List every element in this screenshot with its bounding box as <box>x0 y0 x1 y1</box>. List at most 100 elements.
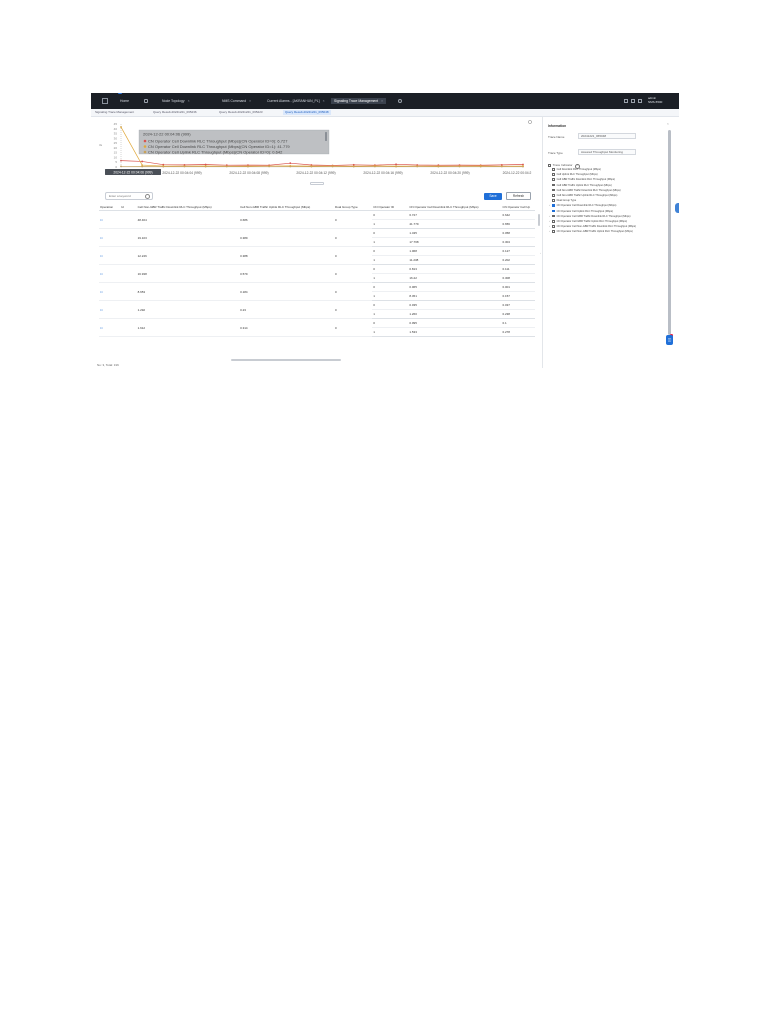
side-drawer-handle[interactable] <box>675 203 679 213</box>
view-detail-icon[interactable]: ⊡ <box>100 272 103 276</box>
close-icon[interactable]: × <box>188 99 190 103</box>
data-point[interactable] <box>352 165 355 168</box>
column-header[interactable]: CN Operator Cell Up <box>501 203 535 211</box>
data-point[interactable] <box>437 165 440 168</box>
indicator-checkbox[interactable] <box>552 168 555 171</box>
data-point[interactable] <box>204 165 207 168</box>
indicator-item[interactable]: › CN Operator Cell Non-GBR Traffic Downli… <box>549 225 636 229</box>
data-point[interactable] <box>479 165 482 168</box>
view-detail-icon[interactable]: ⊡ <box>100 326 103 330</box>
data-point[interactable] <box>416 165 419 168</box>
indicator-checkbox[interactable] <box>552 220 555 223</box>
indicator-item[interactable]: › CN Operator Cell Downlink RLC Throughpu… <box>549 204 616 208</box>
data-point[interactable] <box>225 165 228 168</box>
indicator-item[interactable]: Cell GBR Traffic Downlink RLC Throughput… <box>549 178 615 182</box>
indicator-checkbox[interactable] <box>552 194 555 197</box>
indicator-checkbox[interactable] <box>552 230 555 233</box>
indicator-item[interactable]: Cell Downlink RLC Throughput (Mbps) <box>549 168 601 172</box>
column-header[interactable]: Cell Non-GBR Traffic Downlink RLC Throug… <box>136 203 240 211</box>
view-detail-icon[interactable]: ⊡ <box>100 308 103 312</box>
collapse-panel-icon[interactable]: ‹ <box>540 251 541 255</box>
indicator-checkbox[interactable] <box>552 178 555 181</box>
close-icon[interactable]: × <box>381 99 383 103</box>
scroll-up-icon[interactable]: ˄ <box>667 122 669 126</box>
data-point[interactable] <box>268 165 271 168</box>
subtab-query-result-3[interactable]: Query Result-20241221_065048 <box>283 110 331 115</box>
view-detail-icon[interactable]: ⊡ <box>100 236 103 240</box>
data-point[interactable] <box>162 165 165 168</box>
data-point[interactable] <box>522 165 524 168</box>
data-point[interactable] <box>310 165 313 168</box>
indicator-item[interactable]: Cell GBR Traffic Uplink RLC Throughput (… <box>549 184 612 188</box>
column-header[interactable]: CN Operator ID <box>372 203 409 211</box>
data-point[interactable] <box>458 165 461 168</box>
view-detail-icon[interactable]: ⊡ <box>100 254 103 258</box>
column-header[interactable]: Cell Non-GBR Traffic Uplink RLC Throughp… <box>239 203 335 211</box>
indicator-checkbox[interactable] <box>552 188 555 192</box>
data-point[interactable] <box>289 162 292 165</box>
table-row[interactable]: ⊡ 1.612 0.314 0 0 0.095 0.1 <box>99 318 535 337</box>
indicator-checkbox[interactable] <box>552 209 555 213</box>
indicator-item[interactable]: Cell Uplink RLC Throughput (Mbps) <box>549 173 598 177</box>
data-point[interactable] <box>500 165 503 168</box>
table-row[interactable]: ⊡ 16.938 0.579 0 0 0.813 0.111 <box>99 264 535 283</box>
indicator-item[interactable]: › CN Operator Cell GBR Traffic Uplink RLC… <box>549 220 627 224</box>
view-detail-icon[interactable]: ⊡ <box>100 218 103 222</box>
help-icon[interactable] <box>631 99 635 103</box>
user-info[interactable]: admin NMS-5500 <box>648 96 674 104</box>
column-header[interactable]: Dual Group Type <box>334 203 373 211</box>
gear-icon[interactable] <box>528 120 532 124</box>
indicator-checkbox[interactable] <box>552 225 555 228</box>
close-icon[interactable]: × <box>249 99 251 103</box>
subtab-trace-management[interactable]: Signaling Trace Management <box>93 110 136 115</box>
nav-tab-nms-command[interactable]: NMS Command × <box>219 98 254 104</box>
indicator-item[interactable]: › CN Operator Cell Non-GBR Traffic Uplink… <box>549 230 633 234</box>
search-input[interactable]: Enter a keyword <box>105 192 153 200</box>
indicator-checkbox[interactable] <box>552 204 555 207</box>
table-vertical-scrollbar[interactable] <box>538 214 540 226</box>
indicator-checkbox[interactable] <box>552 173 555 176</box>
add-tab-icon[interactable] <box>398 99 402 103</box>
table-row[interactable]: ⊡ 8.653 0.184 0 0 0.065 0.001 <box>99 282 535 301</box>
settings-icon[interactable] <box>638 99 642 103</box>
column-header[interactable]: CN Operator Cell Downlink RLC Throughput… <box>408 203 502 211</box>
app-menu-icon[interactable] <box>102 98 108 104</box>
data-point[interactable] <box>331 165 334 168</box>
refresh-button[interactable]: Refresh <box>506 192 531 200</box>
indicator-item[interactable]: Dual Group Type <box>549 199 576 203</box>
column-header[interactable]: Operation <box>99 203 121 211</box>
nav-tab-current-alarms[interactable]: Current Alarms - [AKRANHUN_PL] × <box>264 98 328 104</box>
nav-tab-signaling-trace[interactable]: Signaling Trace Management × <box>331 98 387 104</box>
data-point[interactable] <box>247 165 249 168</box>
table-row[interactable]: ⊡ 48.464 0.686 0 0 6.727 0.642 <box>99 210 535 229</box>
indicator-checkbox[interactable] <box>552 183 555 187</box>
subtab-query-result-2[interactable]: Query Result-20241221_065223 <box>217 110 265 115</box>
notification-icon[interactable] <box>624 99 628 103</box>
table-horizontal-scrollbar[interactable] <box>231 359 341 361</box>
table-row[interactable]: ⊡ 12.246 0.388 0 0 1.068 0.127 <box>99 246 535 265</box>
search-icon[interactable] <box>145 194 150 199</box>
indicator-item[interactable]: Cell Non-GBR Traffic Uplink RLC Throughp… <box>549 194 617 198</box>
table-row[interactable]: ⊡ 1.292 0.23 0 0 0.035 0.037 <box>99 300 535 319</box>
save-button[interactable]: Save <box>484 193 502 200</box>
data-point[interactable] <box>141 165 144 168</box>
trace-chart[interactable]: 454035302520151050 3s 2024-12-22 00:04:04 … <box>95 118 541 184</box>
indicator-item[interactable]: › CN Operator Cell GBR Traffic Downlink R… <box>549 215 630 219</box>
subtab-query-result-1[interactable]: Query Result-20241221_065236 <box>151 110 199 115</box>
table-row[interactable]: ⊡ 19.103 0.389 0 0 1.435 0.058 <box>99 228 535 247</box>
assistant-button[interactable]: ◫ <box>666 335 673 345</box>
data-point[interactable] <box>141 160 144 163</box>
data-point[interactable] <box>373 165 376 168</box>
indicator-item[interactable]: Cell Non-GBR Traffic Downlink RLC Throug… <box>549 189 621 193</box>
close-icon[interactable]: × <box>323 99 325 103</box>
column-header[interactable]: Id <box>120 203 137 211</box>
data-point[interactable] <box>395 163 397 166</box>
nav-tab-home[interactable]: Home <box>117 98 132 104</box>
info-panel-scrollbar[interactable] <box>668 130 671 335</box>
panel-resize-handle[interactable] <box>310 182 324 185</box>
select-all-checkbox[interactable] <box>548 163 551 167</box>
view-detail-icon[interactable]: ⊡ <box>100 290 103 294</box>
data-point[interactable] <box>289 165 292 168</box>
indicator-item[interactable]: CN Operator Cell Uplink RLC Throughput (… <box>549 210 613 214</box>
nav-tab-node-topology[interactable]: Node Topology × <box>159 98 193 104</box>
